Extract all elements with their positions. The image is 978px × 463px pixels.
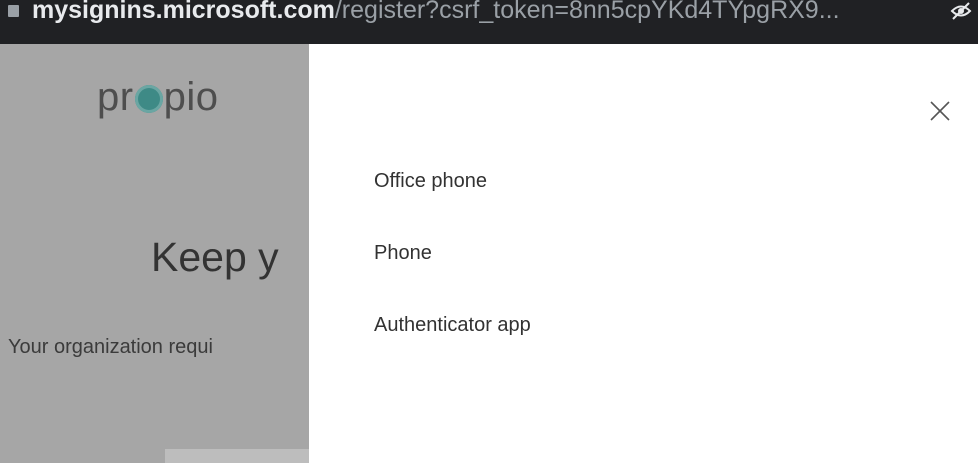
option-phone[interactable]: Phone [374,241,531,313]
url-field[interactable]: mysignins.microsoft.com/register?csrf_to… [32,0,840,25]
page-heading: Keep y [151,234,279,280]
page: mysignins.microsoft.com/register?csrf_to… [0,0,978,463]
logo-o-icon [134,85,163,113]
close-icon[interactable] [928,99,952,123]
page-subtext: Your organization requi [8,336,213,358]
logo-text-left: pr [97,75,134,119]
logo-text-right: pio [163,75,219,119]
method-option-list: Office phone Phone Authenticator app [374,169,531,385]
url-host: mysignins.microsoft.com [32,0,335,24]
eye-off-icon[interactable] [950,2,972,20]
option-authenticator-app[interactable]: Authenticator app [374,313,531,385]
method-selection-panel: Office phone Phone Authenticator app [309,44,978,463]
option-office-phone[interactable]: Office phone [374,169,531,241]
lock-icon[interactable] [8,5,19,17]
browser-address-bar[interactable]: mysignins.microsoft.com/register?csrf_to… [0,0,978,44]
propio-logo: pr pio [97,72,218,122]
url-path: /register?csrf_token=8nn5cpYKd4TYpgRX9..… [334,0,840,24]
